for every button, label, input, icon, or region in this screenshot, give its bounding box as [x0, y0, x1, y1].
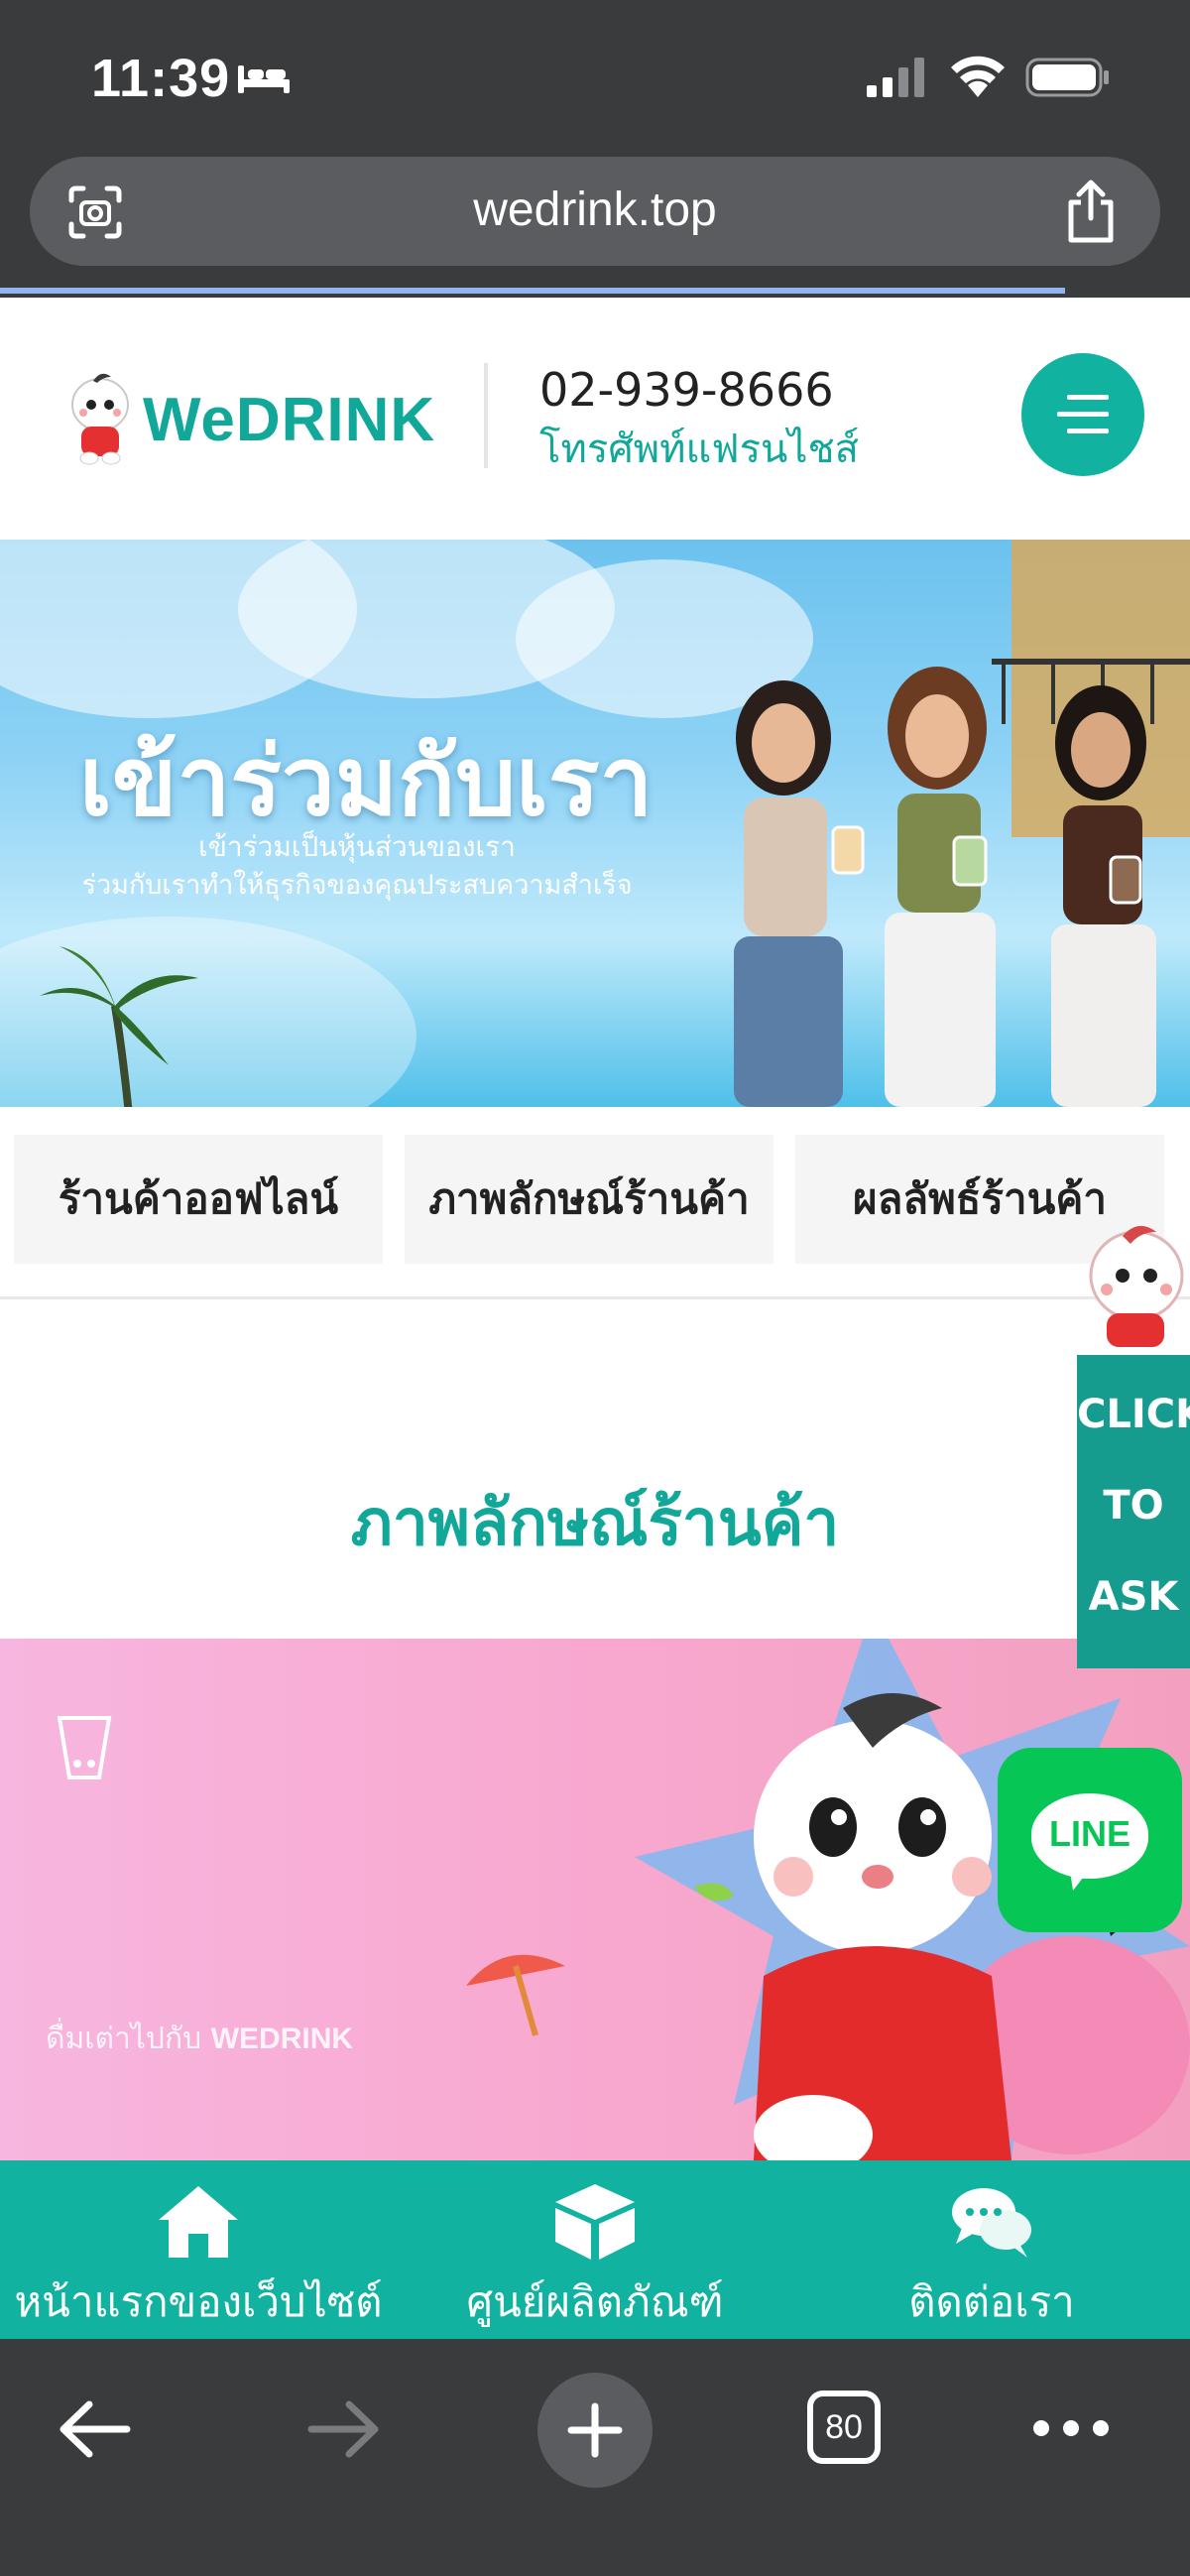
status-bar: 11:39: [0, 0, 1190, 149]
page-load-progress: [0, 288, 1190, 298]
nav-contact-label: ติดต่อเรา: [908, 2277, 1075, 2326]
new-tab-button[interactable]: [537, 2373, 653, 2488]
forward-arrow-icon[interactable]: [303, 2394, 383, 2464]
sleep-bed-icon: [238, 65, 290, 93]
line-chat-button[interactable]: LINE: [998, 1748, 1182, 1932]
hero-models-photo: [734, 540, 1190, 1107]
tab-count: 80: [825, 2408, 863, 2446]
home-icon: [159, 2186, 238, 2258]
click-to-ask-button[interactable]: CLICK TO ASK: [1077, 1355, 1190, 1668]
new-tab-plus-icon: [567, 2402, 623, 2458]
hamburger-menu-icon: [1057, 395, 1109, 433]
hamburger-menu-button[interactable]: [1021, 353, 1144, 476]
hero-subtitle-2: ร่วมกับเราทำให้ธุรกิจของคุณประสบความสำเร…: [81, 870, 633, 901]
nav-home-label: หน้าแรกของเว็บไซต์: [14, 2277, 383, 2326]
ask-line-3: ASK: [1088, 1574, 1179, 1620]
tabs-icon[interactable]: 80: [807, 2391, 881, 2464]
back-arrow-icon[interactable]: [56, 2394, 135, 2464]
more-icon[interactable]: [1031, 2416, 1111, 2440]
nav-contact[interactable]: ติดต่อเรา: [793, 2160, 1190, 2339]
tab-offline-stores[interactable]: ร้านค้าออฟไลน์: [14, 1135, 383, 1264]
chat-bubbles-icon: [952, 2188, 1031, 2258]
site-header: WeDRINK 02-939-8666 โทรศัพท์แฟรนไชส์: [0, 298, 1190, 540]
status-time: 11:39: [91, 49, 231, 108]
nav-products[interactable]: ศูนย์ผลิตภัณฑ์: [397, 2160, 793, 2339]
wedrink-logo[interactable]: WeDRINK: [67, 367, 434, 466]
promo-brand-name: WEDRINK: [210, 2023, 354, 2055]
mascot-logo-icon: [71, 373, 129, 465]
palm-tree-icon: [40, 946, 198, 1107]
franchise-phone-caption: โทรศัพท์แฟรนไชส์: [539, 427, 860, 472]
franchise-phone-number[interactable]: 02-939-8666: [539, 363, 834, 417]
promo-brand-prefix: ดื่มเต่าไปกับ: [46, 2022, 202, 2056]
browser-toolbar: 80: [0, 2339, 1190, 2576]
tab-store-image[interactable]: ภาพลักษณ์ร้านค้า: [405, 1135, 774, 1264]
line-bubble-tail: [1069, 1865, 1093, 1891]
wifi-icon: [951, 56, 1005, 97]
share-icon[interactable]: [1061, 179, 1121, 244]
ask-line-1: CLICK: [1077, 1392, 1190, 1437]
nav-home[interactable]: หน้าแรกของเว็บไซต์: [0, 2160, 397, 2339]
logo-text: WeDRINK: [143, 386, 436, 454]
floating-mascot-icon[interactable]: [1077, 1214, 1190, 1353]
address-bar[interactable]: wedrink.top: [30, 157, 1160, 266]
cellular-signal-icon: [867, 58, 924, 97]
battery-icon: [1025, 58, 1109, 97]
url-text[interactable]: wedrink.top: [30, 183, 1160, 237]
nav-products-label: ศูนย์ผลิตภัณฑ์: [466, 2277, 724, 2326]
hero-banner: เข้าร่วมกับเรา เข้าร่วมเป็นหุ้นส่วนของเร…: [0, 540, 1190, 1107]
promo-brand-line: ดื่มเต่าไปกับ WEDRINK: [46, 2016, 353, 2062]
page-load-progress-fill: [0, 288, 1065, 294]
ask-line-2: TO: [1103, 1483, 1164, 1529]
browser-top-chrome: 11:39 wedrink.top: [0, 0, 1190, 298]
section-title: ภาพลักษณ์ร้านค้า: [350, 1487, 840, 1560]
line-label: LINE: [1048, 1813, 1130, 1854]
header-divider: [484, 363, 488, 468]
site-bottom-nav: หน้าแรกของเว็บไซต์ ศูนย์ผลิตภัณฑ์ ติดต่อ…: [0, 2160, 1190, 2339]
store-tabs: ร้านค้าออฟไลน์ ภาพลักษณ์ร้านค้า ผลลัพธ์ร…: [0, 1107, 1190, 1299]
box-icon: [555, 2184, 635, 2260]
